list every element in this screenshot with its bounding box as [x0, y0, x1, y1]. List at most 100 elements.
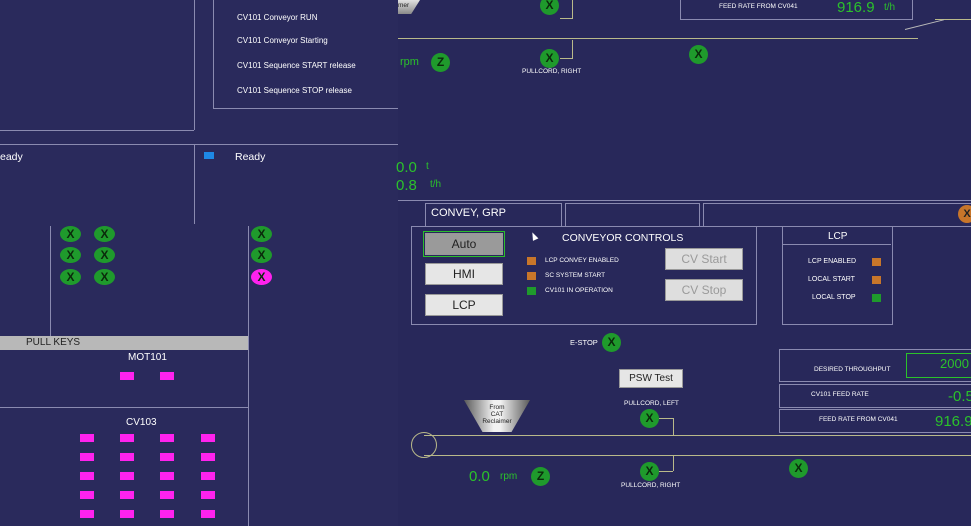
desired-throughput-value: 2000 [940, 356, 969, 371]
pull-key-indicator[interactable]: X [251, 247, 272, 263]
connector [572, 40, 573, 58]
connector [572, 0, 573, 18]
left-panel [0, 0, 398, 526]
estop-indicator[interactable]: X [602, 333, 621, 352]
lcp-item-label: LOCAL STOP [812, 294, 856, 301]
lcp-indicator [872, 294, 881, 302]
estop-label: E-STOP [570, 338, 598, 347]
legend-indicator [527, 272, 536, 280]
pull-key-indicator[interactable]: X [60, 247, 81, 263]
pullcord-left-indicator[interactable]: X [640, 409, 659, 428]
message-item[interactable]: CV101 Conveyor Starting [237, 36, 328, 45]
cv-indicator [80, 453, 94, 461]
message-item[interactable]: CV101 Sequence STOP release [237, 86, 352, 95]
cv-indicator [160, 472, 174, 480]
pullcord-right-label: PULLCORD, RIGHT [621, 482, 681, 489]
cv-indicator [201, 472, 215, 480]
status-indicator [204, 152, 214, 159]
divider [50, 226, 51, 336]
tonnage-value: 0.0 [396, 159, 417, 176]
cv-indicator [120, 491, 134, 499]
legend-indicator [527, 287, 536, 295]
connector [560, 58, 573, 59]
conveyor-controls-title: CONVEYOR CONTROLS [562, 232, 684, 244]
desired-throughput-label: DESIRED THROUGHPUT [814, 366, 891, 373]
rate-unit: t/h [430, 179, 442, 190]
legend-label: LCP CONVEY ENABLED [545, 257, 619, 264]
pull-key-indicator-alarm[interactable]: X [251, 269, 272, 285]
lcp-panel-divider [782, 244, 891, 245]
cv-indicator [80, 434, 94, 442]
feed-rate-label: CV101 FEED RATE [811, 391, 869, 398]
psw-test-button[interactable]: PSW Test [619, 369, 683, 388]
pullcord-indicator[interactable]: X [789, 459, 808, 478]
mot-indicator [120, 372, 134, 380]
pull-key-indicator[interactable]: X [60, 226, 81, 242]
zero-speed-indicator[interactable]: Z [431, 53, 450, 72]
message-item[interactable]: CV101 Conveyor RUN [237, 13, 317, 22]
mode-auto-button[interactable]: Auto [423, 231, 505, 257]
cv-start-button[interactable]: CV Start [665, 248, 743, 270]
pullcord-indicator[interactable]: X [540, 49, 559, 68]
pull-key-indicator[interactable]: X [60, 269, 81, 285]
pull-key-indicator[interactable]: X [94, 226, 115, 242]
feed-rate-cv041-label: FEED RATE FROM CV041 [819, 416, 898, 423]
cv-indicator [120, 453, 134, 461]
pullcord-left-label: PULLCORD, LEFT [624, 400, 679, 407]
group-tab-empty [565, 203, 700, 227]
legend-label: CV101 IN OPERATION [545, 287, 613, 294]
feed-rate-value: 916.9 [837, 0, 875, 16]
connector [560, 18, 573, 19]
conveyor-speed-value: 0.0 [469, 468, 490, 485]
cv-stop-button[interactable]: CV Stop [665, 279, 743, 301]
connector [659, 471, 673, 472]
group-tab-empty [703, 203, 971, 227]
pullcord-indicator[interactable]: X [689, 45, 708, 64]
cv-indicator [80, 472, 94, 480]
rate-value: 0.8 [396, 177, 417, 194]
group-label: CONVEY, GRP [431, 207, 506, 219]
divider [194, 144, 195, 224]
status-text-right: Ready [235, 151, 266, 163]
message-log-left-border [213, 0, 214, 108]
message-item[interactable]: CV101 Sequence START release [237, 61, 356, 70]
connector [659, 418, 673, 419]
feed-rate-label: FEED RATE FROM CV041 [719, 3, 798, 10]
cv-label: CV103 [126, 417, 157, 428]
connector [673, 456, 674, 471]
conveyor-top-line [904, 19, 944, 30]
cv-indicator [201, 434, 215, 442]
pullcord-right-indicator[interactable]: X [640, 462, 659, 481]
zero-speed-indicator[interactable]: Z [531, 467, 550, 486]
divider [194, 0, 195, 130]
mode-hmi-button[interactable]: HMI [425, 263, 503, 285]
status-text-left: eady [0, 151, 23, 163]
cv-indicator [160, 434, 174, 442]
divider [398, 200, 971, 201]
lcp-title: LCP [828, 231, 848, 242]
feed-rate-value: -0.5 [948, 388, 971, 405]
tonnage-unit: t [426, 161, 429, 172]
cv-indicator [201, 453, 215, 461]
pull-key-indicator[interactable]: X [94, 269, 115, 285]
divider [248, 226, 249, 526]
pullcord-indicator[interactable]: X [540, 0, 559, 15]
feed-rate-cv041-value: 916.9 [935, 413, 971, 430]
conveyor-top-line [398, 38, 918, 39]
cv-indicator [160, 491, 174, 499]
pull-key-indicator[interactable]: X [94, 247, 115, 263]
reclaimer-label: From CAT Reclaimer [482, 404, 512, 425]
pullcord-right-label: PULLCORD, RIGHT [522, 68, 582, 75]
cv-indicator [120, 434, 134, 442]
cv-indicator [120, 510, 134, 518]
mot-indicator [160, 372, 174, 380]
feed-rate-box [779, 384, 971, 408]
divider [0, 130, 194, 131]
pull-key-indicator[interactable]: X [251, 226, 272, 242]
alarm-indicator[interactable]: X [958, 205, 971, 223]
divider [0, 407, 248, 408]
mode-lcp-button[interactable]: LCP [425, 294, 503, 316]
cv-indicator [160, 510, 174, 518]
cv-indicator [80, 510, 94, 518]
lcp-indicator [872, 276, 881, 284]
